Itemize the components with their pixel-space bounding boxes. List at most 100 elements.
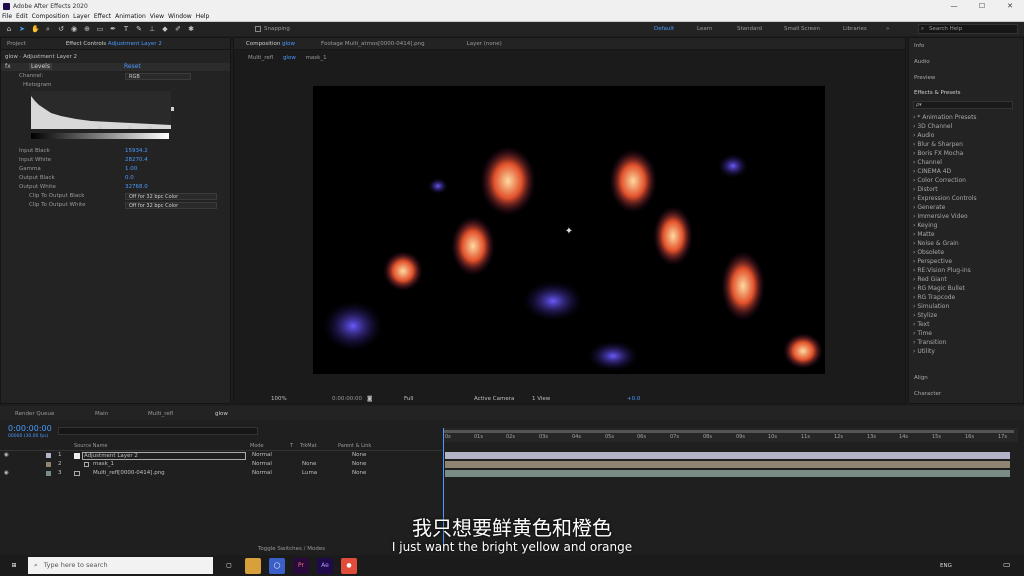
character-panel-tab[interactable]: Character xyxy=(914,391,941,397)
menu-edit[interactable]: Edit xyxy=(16,13,28,20)
label-color[interactable] xyxy=(46,462,51,467)
tab-main[interactable]: Main xyxy=(95,411,108,417)
brush-tool-icon[interactable]: ✎ xyxy=(135,25,143,33)
menu-animation[interactable]: Animation xyxy=(115,13,146,20)
workspace-libraries[interactable]: Libraries xyxy=(843,22,867,36)
category-text[interactable]: › Text xyxy=(913,321,1021,330)
output-black-value[interactable]: 0.0 xyxy=(125,175,134,181)
category-expression-controls[interactable]: › Expression Controls xyxy=(913,195,1021,204)
effects-presets-tab[interactable]: Effects & Presets xyxy=(914,90,961,96)
pen-tool-icon[interactable]: ✒ xyxy=(109,25,117,33)
layer-bar-2[interactable] xyxy=(445,461,1010,468)
menu-file[interactable]: File xyxy=(2,13,12,20)
category-channel[interactable]: › Channel xyxy=(913,159,1021,168)
windows-start-icon[interactable]: ⊞ xyxy=(6,558,22,574)
layer-bar-1[interactable] xyxy=(445,452,1010,459)
layer-row-2[interactable]: 2 mask_1 Normal None None xyxy=(0,461,443,469)
workspace-standard[interactable]: Standard xyxy=(737,22,762,36)
type-tool-icon[interactable]: T xyxy=(122,25,130,33)
category-distort[interactable]: › Distort xyxy=(913,186,1021,195)
exposure-value[interactable]: +0.0 xyxy=(627,396,640,402)
minimize-button[interactable]: — xyxy=(940,0,968,12)
zoom-tool-icon[interactable]: ⌕ xyxy=(44,25,52,33)
input-white-value[interactable]: 28270.4 xyxy=(125,157,148,163)
hand-tool-icon[interactable]: ✋ xyxy=(31,25,40,33)
maximize-button[interactable]: ☐ xyxy=(968,0,996,12)
col-source-name[interactable]: Source Name xyxy=(74,443,108,449)
category-generate[interactable]: › Generate xyxy=(913,204,1021,213)
resolution-select[interactable]: Full xyxy=(404,396,413,402)
clip-black-select[interactable]: Off for 32 bpc Color xyxy=(125,193,217,200)
category-obsolete[interactable]: › Obsolete xyxy=(913,249,1021,258)
category-rg-magic-bullet[interactable]: › RG Magic Bullet xyxy=(913,285,1021,294)
menu-help[interactable]: Help xyxy=(196,13,210,20)
category-animation-presets[interactable]: › * Animation Presets xyxy=(913,114,1021,123)
rotate-tool-icon[interactable]: ↺ xyxy=(57,25,65,33)
premiere-pro-icon[interactable]: Pr xyxy=(293,557,309,574)
timeline-search-input[interactable] xyxy=(58,427,258,435)
menu-composition[interactable]: Composition xyxy=(32,13,69,20)
task-view-icon[interactable]: ▢ xyxy=(221,558,237,574)
category-cinema-4d[interactable]: › CINEMA 4D xyxy=(913,168,1021,177)
category-utility[interactable]: › Utility xyxy=(913,348,1021,357)
eraser-tool-icon[interactable]: ◆ xyxy=(161,25,169,33)
mode-select[interactable]: Normal xyxy=(252,470,272,476)
category-color-correction[interactable]: › Color Correction xyxy=(913,177,1021,186)
layer-bar-3[interactable] xyxy=(445,470,1010,477)
category-simulation[interactable]: › Simulation xyxy=(913,303,1021,312)
layer-row-3[interactable]: ◉ 3 Multi_refl[0000-0414].png Normal Lum… xyxy=(0,470,443,478)
workspace-small-screen[interactable]: Small Screen xyxy=(784,22,820,36)
tab-multi-refl[interactable]: Multi_refl xyxy=(148,411,173,417)
selection-tool-icon[interactable]: ➤ xyxy=(18,25,26,33)
category-matte[interactable]: › Matte xyxy=(913,231,1021,240)
search-help-input[interactable]: ⌕ Search Help xyxy=(918,24,1018,34)
levels-effect-row[interactable]: fx Levels Reset xyxy=(1,63,230,71)
menu-layer[interactable]: Layer xyxy=(73,13,90,20)
snapshot-icon[interactable]: ◙ xyxy=(367,396,372,402)
preview-panel-tab[interactable]: Preview xyxy=(914,75,935,81)
tab-composition[interactable]: Composition glow xyxy=(240,41,301,47)
camera-select[interactable]: Active Camera xyxy=(474,396,514,402)
category-perspective[interactable]: › Perspective xyxy=(913,258,1021,267)
histogram-graph[interactable] xyxy=(31,91,177,143)
timeline-timecode[interactable]: 0:00:00:00 xyxy=(8,424,52,433)
col-t[interactable]: T xyxy=(290,443,293,449)
label-color[interactable] xyxy=(46,453,51,458)
layer-row-1[interactable]: ◉ 1 Adjustment Layer 2 Normal None xyxy=(0,452,443,460)
tab-project[interactable]: Project xyxy=(1,41,32,47)
category-transition[interactable]: › Transition xyxy=(913,339,1021,348)
category-immersive-video[interactable]: › Immersive Video xyxy=(913,213,1021,222)
language-indicator[interactable]: ENG xyxy=(940,563,952,569)
clone-stamp-tool-icon[interactable]: ⊥ xyxy=(148,25,156,33)
output-white-value[interactable]: 32768.0 xyxy=(125,184,148,190)
chrome-icon[interactable]: ● xyxy=(341,557,357,574)
eye-icon[interactable]: ◉ xyxy=(4,470,9,476)
clip-white-select[interactable]: Off for 32 bpc Color xyxy=(125,202,217,209)
parent-select[interactable]: None xyxy=(352,470,366,476)
category-revision-plugins[interactable]: › RE:Vision Plug-ins xyxy=(913,267,1021,276)
current-time[interactable]: 0:00:00:00 xyxy=(332,396,362,402)
category-3d-channel[interactable]: › 3D Channel xyxy=(913,123,1021,132)
crumb-mask-1[interactable]: mask_1 xyxy=(306,55,327,61)
category-blur-sharpen[interactable]: › Blur & Sharpen xyxy=(913,141,1021,150)
mode-select[interactable]: Normal xyxy=(252,461,272,467)
menu-view[interactable]: View xyxy=(150,13,164,20)
category-noise-grain[interactable]: › Noise & Grain xyxy=(913,240,1021,249)
layer-name[interactable]: Multi_refl[0000-0414].png xyxy=(93,470,165,476)
menu-window[interactable]: Window xyxy=(168,13,192,20)
category-time[interactable]: › Time xyxy=(913,330,1021,339)
cortana-icon[interactable]: ◯ xyxy=(269,557,285,574)
menu-effect[interactable]: Effect xyxy=(94,13,111,20)
crumb-multi-refl[interactable]: Multi_refl xyxy=(248,55,273,61)
tab-layer[interactable]: Layer (none) xyxy=(461,41,508,47)
workspace-default[interactable]: Default xyxy=(654,22,674,36)
work-area-bar[interactable] xyxy=(443,430,1014,433)
info-panel-tab[interactable]: Info xyxy=(914,43,924,49)
category-audio[interactable]: › Audio xyxy=(913,132,1021,141)
workspace-overflow-icon[interactable]: » xyxy=(886,22,889,36)
trkmat-select[interactable]: Luma xyxy=(302,470,317,476)
category-boris-fx-mocha[interactable]: › Boris FX Mocha xyxy=(913,150,1021,159)
after-effects-taskbar-icon[interactable]: Ae xyxy=(317,557,333,574)
eye-icon[interactable]: ◉ xyxy=(4,452,9,458)
time-ruler[interactable]: 0s 01s 02s 03s 04s 05s 06s 07s 08s 09s 1… xyxy=(443,428,1018,442)
